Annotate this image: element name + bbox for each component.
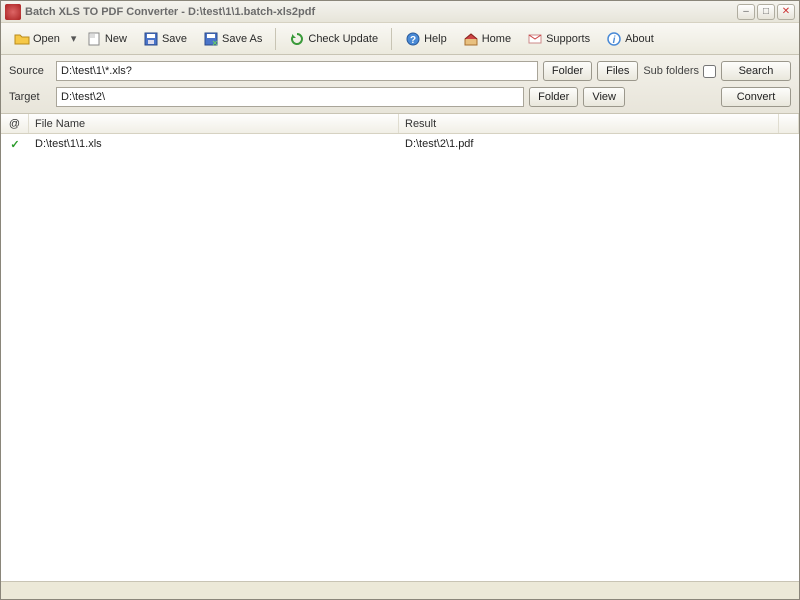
minimize-button[interactable]: – — [737, 4, 755, 20]
about-button[interactable]: i About — [599, 27, 661, 51]
home-icon — [463, 31, 479, 47]
source-files-button[interactable]: Files — [597, 61, 638, 81]
save-floppy-icon — [143, 31, 159, 47]
home-label: Home — [482, 33, 511, 45]
list-header: @ File Name Result — [1, 114, 799, 134]
col-tail — [779, 114, 799, 133]
refresh-icon — [289, 31, 305, 47]
supports-button[interactable]: Supports — [520, 27, 597, 51]
close-button[interactable]: ✕ — [777, 4, 795, 20]
help-icon: ? — [405, 31, 421, 47]
saveas-button[interactable]: Save As — [196, 27, 269, 51]
saveas-label: Save As — [222, 33, 262, 45]
help-button[interactable]: ? Help — [398, 27, 454, 51]
new-button[interactable]: New — [79, 27, 134, 51]
open-dropdown[interactable]: ▾ — [69, 32, 77, 45]
source-folder-button[interactable]: Folder — [543, 61, 592, 81]
row-filename: D:\test\1\1.xls — [29, 138, 399, 150]
source-label: Source — [9, 65, 51, 77]
app-icon — [5, 4, 21, 20]
file-list[interactable]: ✓ D:\test\1\1.xls D:\test\2\1.pdf — [1, 134, 799, 581]
subfolders-label: Sub folders — [643, 65, 699, 77]
convert-button[interactable]: Convert — [721, 87, 791, 107]
subfolders-checkbox[interactable] — [703, 65, 716, 78]
target-label: Target — [9, 91, 51, 103]
check-update-label: Check Update — [308, 33, 378, 45]
target-folder-button[interactable]: Folder — [529, 87, 578, 107]
save-label: Save — [162, 33, 187, 45]
row-result: D:\test\2\1.pdf — [399, 138, 799, 150]
target-view-button[interactable]: View — [583, 87, 625, 107]
open-label: Open — [33, 33, 60, 45]
list-item[interactable]: ✓ D:\test\1\1.xls D:\test\2\1.pdf — [1, 134, 799, 154]
separator — [275, 28, 276, 50]
check-update-button[interactable]: Check Update — [282, 27, 385, 51]
new-document-icon — [86, 31, 102, 47]
path-panel: Source Folder Files Sub folders Search T… — [1, 55, 799, 114]
supports-label: Supports — [546, 33, 590, 45]
status-bar — [1, 581, 799, 599]
open-button[interactable]: Open — [7, 27, 67, 51]
maximize-button[interactable]: □ — [757, 4, 775, 20]
titlebar: Batch XLS TO PDF Converter - D:\test\1\1… — [1, 1, 799, 23]
search-button[interactable]: Search — [721, 61, 791, 81]
svg-text:?: ? — [410, 35, 416, 46]
info-icon: i — [606, 31, 622, 47]
col-result[interactable]: Result — [399, 114, 779, 133]
window-title: Batch XLS TO PDF Converter - D:\test\1\1… — [25, 6, 737, 18]
app-window: Batch XLS TO PDF Converter - D:\test\1\1… — [0, 0, 800, 600]
home-button[interactable]: Home — [456, 27, 518, 51]
checkmark-icon: ✓ — [1, 138, 29, 151]
toolbar: Open ▾ New Save Save As Check Update ? H… — [1, 23, 799, 55]
separator — [391, 28, 392, 50]
saveas-floppy-icon — [203, 31, 219, 47]
help-label: Help — [424, 33, 447, 45]
source-input[interactable] — [56, 61, 538, 81]
mail-icon — [527, 31, 543, 47]
target-input[interactable] — [56, 87, 524, 107]
new-label: New — [105, 33, 127, 45]
col-filename[interactable]: File Name — [29, 114, 399, 133]
save-button[interactable]: Save — [136, 27, 194, 51]
svg-text:i: i — [613, 35, 616, 46]
about-label: About — [625, 33, 654, 45]
col-status[interactable]: @ — [1, 114, 29, 133]
open-folder-icon — [14, 31, 30, 47]
